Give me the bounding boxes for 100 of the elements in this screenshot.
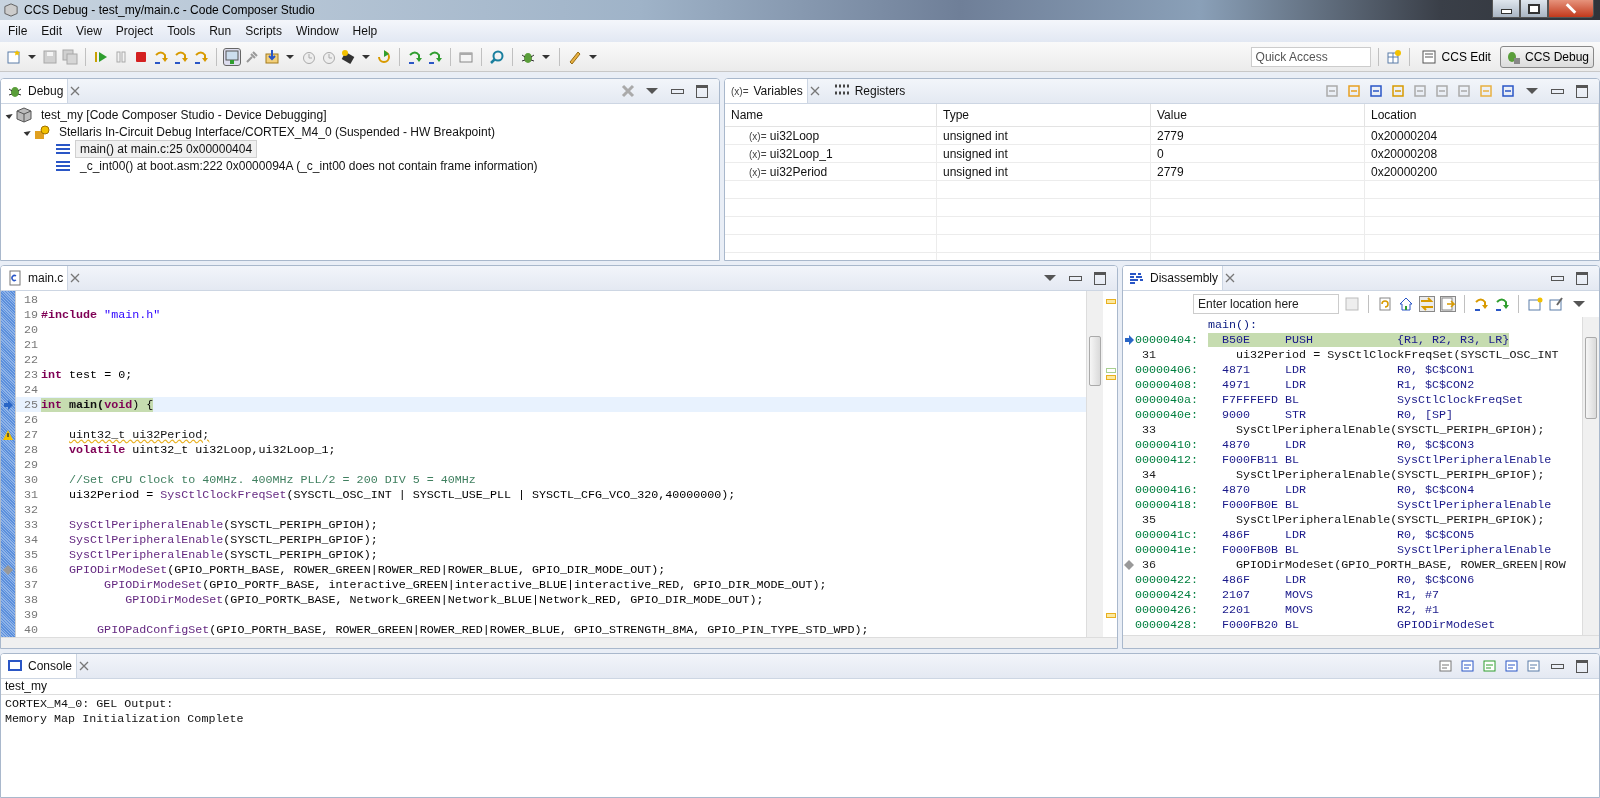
line-number: 19 <box>22 307 39 322</box>
menu-item[interactable]: Scripts <box>239 23 290 38</box>
chip-icon[interactable] <box>340 48 356 65</box>
menu-item[interactable]: Edit <box>35 23 71 38</box>
column-header[interactable]: Type <box>937 104 1151 128</box>
editor-tab[interactable]: main.c <box>1 266 69 291</box>
link-toggle-icon[interactable] <box>1419 296 1435 313</box>
toolbar-action-icon[interactable] <box>1482 658 1498 675</box>
overview-marker[interactable] <box>1106 375 1116 381</box>
minimize-icon[interactable] <box>1069 275 1082 281</box>
toolbar-action-icon[interactable] <box>1438 658 1454 675</box>
close-icon[interactable] <box>79 661 90 672</box>
close-icon[interactable] <box>70 86 81 97</box>
maximize-icon[interactable] <box>1576 84 1588 98</box>
overview-marker[interactable] <box>1106 613 1116 619</box>
menu-item[interactable]: View <box>70 23 110 38</box>
tree-item[interactable]: main() at main.c:25 0x00000404 <box>75 139 258 158</box>
close-button[interactable] <box>1548 0 1594 18</box>
minimize-icon[interactable] <box>671 88 684 94</box>
tree-item[interactable]: test_my [Code Composer Studio - Device Debugging] <box>36 105 332 124</box>
quick-access-field[interactable]: Quick Access <box>1250 46 1371 67</box>
dropdown-arrow-icon[interactable] <box>362 54 370 59</box>
maximize-icon[interactable] <box>1576 271 1588 285</box>
view-menu-icon[interactable] <box>1044 275 1056 282</box>
perspective-button[interactable]: CCS Debug <box>1499 45 1594 68</box>
opcode: F7FFFEFD <box>1222 392 1280 407</box>
maximize-icon[interactable] <box>1576 659 1588 673</box>
dropdown-arrow-icon[interactable] <box>286 54 294 59</box>
dropdown-arrow-icon[interactable] <box>28 54 36 59</box>
maximize-button[interactable] <box>1520 0 1548 18</box>
refresh-icon[interactable] <box>1377 296 1393 313</box>
location-field[interactable]: Enter location here <box>1193 294 1339 315</box>
view-menu-icon[interactable] <box>1573 301 1585 308</box>
menu-item[interactable]: Help <box>346 23 386 38</box>
view-menu-icon[interactable] <box>646 88 658 95</box>
opcode: F000FB20 <box>1222 617 1280 632</box>
opcode: 4870 <box>1222 437 1252 452</box>
home-icon[interactable] <box>1398 296 1414 313</box>
opcode: 4870 <box>1222 482 1252 497</box>
menu-item[interactable]: File <box>2 23 36 38</box>
address: 00000424: <box>1135 587 1200 602</box>
column-header[interactable]: Name <box>725 104 937 128</box>
minimize-icon[interactable] <box>1551 663 1564 669</box>
vertical-scrollbar[interactable] <box>1086 291 1103 638</box>
column-header[interactable]: Value <box>1151 104 1365 128</box>
horizontal-scrollbar[interactable] <box>1 637 1117 649</box>
tree-item[interactable]: Stellaris In-Circuit Debug Interface/CORTEX_M4_0 (Suspended - HW Breakpoint) <box>54 122 500 141</box>
debug-tab[interactable]: Debug <box>1 79 69 104</box>
horizontal-scrollbar[interactable] <box>1123 635 1599 649</box>
remove-icon[interactable] <box>620 83 636 100</box>
tree-item[interactable]: _c_int00() at boot.asm:222 0x0000094A (_c_int00 does not contain frame information) <box>75 156 543 175</box>
new-file-icon[interactable] <box>6 48 22 65</box>
dropdown-arrow-icon[interactable] <box>542 54 550 59</box>
close-icon[interactable] <box>1225 273 1235 284</box>
mnemonic: BL <box>1285 542 1301 557</box>
search-icon[interactable] <box>489 48 505 65</box>
step-arrow-icon[interactable] <box>1494 296 1510 313</box>
column-header[interactable]: Location <box>1365 104 1599 128</box>
view-menu-icon[interactable] <box>1526 88 1538 95</box>
minimize-icon[interactable] <box>1551 275 1564 281</box>
minimize-button[interactable] <box>1492 0 1520 18</box>
disassembly-tab[interactable]: Disassembly <box>1123 266 1223 291</box>
toolbar-action-icon[interactable] <box>1526 658 1542 675</box>
plug-icon[interactable] <box>244 48 260 65</box>
overview-marker[interactable] <box>1106 368 1116 374</box>
vertical-scrollbar[interactable] <box>1582 317 1599 636</box>
close-icon[interactable] <box>70 273 81 284</box>
toolbar-action-icon[interactable] <box>1368 83 1384 100</box>
run-icon[interactable] <box>376 48 392 65</box>
perspective-button[interactable]: CCS Edit <box>1416 45 1496 68</box>
maximize-icon[interactable] <box>696 84 708 98</box>
close-icon[interactable] <box>809 86 820 97</box>
address: 0000041e: <box>1135 542 1200 557</box>
view-tab[interactable]: Registers <box>827 79 910 104</box>
dropdown-arrow-icon[interactable] <box>589 54 597 59</box>
console-tab[interactable]: Console <box>1 654 78 679</box>
view-tab[interactable]: (x)= Variables <box>725 79 808 104</box>
lines-icon <box>1129 270 1145 287</box>
pin-icon[interactable] <box>1548 296 1564 313</box>
connect-icon[interactable] <box>224 48 240 65</box>
maximize-icon[interactable] <box>1094 271 1106 285</box>
toolbar-action-icon[interactable] <box>1460 658 1476 675</box>
address: 00000410: <box>1135 437 1200 452</box>
step-arrow-icon[interactable] <box>1473 296 1489 313</box>
menu-item[interactable]: Project <box>109 23 162 38</box>
toolbar-action-icon[interactable] <box>1500 83 1516 100</box>
console-output: CORTEX_M4_0: GEL Output: <box>5 697 175 713</box>
breakpoint-icon[interactable] <box>1124 559 1134 570</box>
minimize-icon[interactable] <box>1551 88 1564 94</box>
menu-item[interactable]: Run <box>203 23 240 38</box>
toolbar-action-icon[interactable] <box>1504 658 1520 675</box>
sync-toggle-icon[interactable] <box>1440 296 1456 313</box>
load-icon[interactable] <box>264 48 280 65</box>
menu-item[interactable]: Tools <box>161 23 204 38</box>
operands: {R1, R2, R3, LR} <box>1397 332 1510 347</box>
open-perspective-icon[interactable] <box>1385 48 1402 65</box>
operands: R1, $C$CON2 <box>1397 377 1475 392</box>
menu-item[interactable]: Window <box>289 23 347 38</box>
chip-icon <box>34 123 50 140</box>
overview-marker[interactable] <box>1106 299 1116 305</box>
